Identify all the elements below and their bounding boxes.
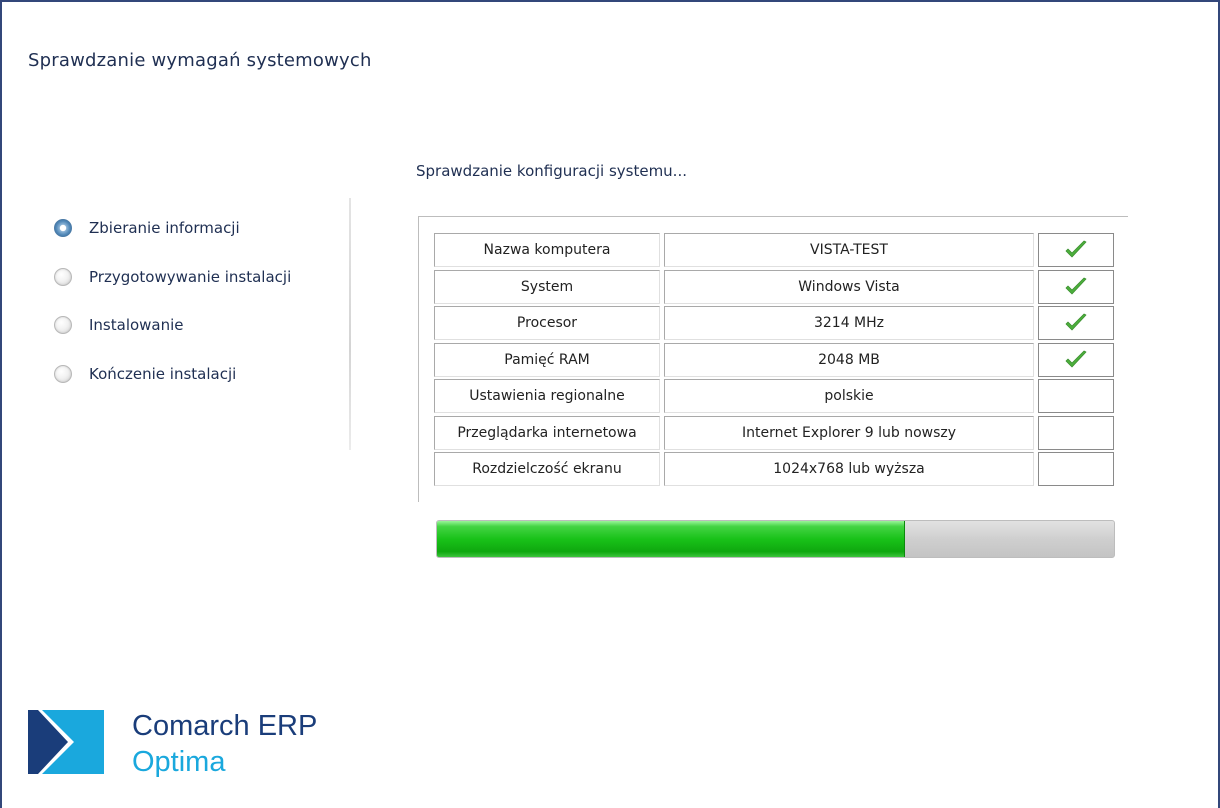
step-label: Przygotowywanie instalacji bbox=[89, 267, 292, 286]
installer-window: Sprawdzanie wymagań systemowych Zbierani… bbox=[0, 0, 1220, 808]
checkmark-icon bbox=[1065, 350, 1087, 367]
step-label: Kończenie instalacji bbox=[89, 364, 237, 383]
step-label: Zbieranie informacji bbox=[89, 219, 240, 238]
requirement-name: Pamięć RAM bbox=[434, 342, 660, 377]
requirement-name: Rozdzielczość ekranu bbox=[434, 452, 660, 486]
step-label: Instalowanie bbox=[89, 316, 184, 335]
comarch-logo: Comarch ERP Optima bbox=[28, 710, 368, 790]
requirements-table: Nazwa komputera VISTA-TEST System Window… bbox=[418, 216, 1128, 502]
step-item-zbieranie: Zbieranie informacji bbox=[54, 204, 354, 253]
requirement-value: 1024x768 lub wyższa bbox=[664, 452, 1034, 486]
progress-bar bbox=[436, 520, 1115, 558]
checkmark-icon bbox=[1065, 240, 1087, 258]
requirement-status bbox=[1038, 452, 1114, 486]
requirement-status bbox=[1038, 415, 1114, 450]
step-item-konczenie: Kończenie instalacji bbox=[54, 350, 354, 399]
requirement-value: 2048 MB bbox=[664, 342, 1034, 377]
requirement-status bbox=[1038, 342, 1114, 377]
requirement-name: System bbox=[434, 269, 660, 304]
step-radio-icon bbox=[54, 267, 72, 286]
requirement-value: Internet Explorer 9 lub nowszy bbox=[664, 415, 1034, 450]
progress-bar-fill bbox=[437, 521, 906, 557]
vertical-divider bbox=[349, 198, 351, 450]
status-text: Sprawdzanie konfiguracji systemu... bbox=[416, 162, 687, 180]
requirement-name: Procesor bbox=[434, 306, 660, 340]
requirement-value: VISTA-TEST bbox=[664, 233, 1034, 267]
requirement-name: Przeglądarka internetowa bbox=[434, 415, 660, 450]
requirement-value: 3214 MHz bbox=[664, 306, 1034, 340]
requirement-status bbox=[1038, 269, 1114, 304]
step-active-radio-icon bbox=[54, 219, 72, 238]
brand-name: Comarch ERP bbox=[132, 710, 318, 742]
product-name: Optima bbox=[132, 746, 226, 778]
checkmark-icon bbox=[1065, 313, 1087, 331]
step-radio-icon bbox=[54, 316, 72, 335]
requirement-status bbox=[1038, 233, 1114, 267]
requirement-value: Windows Vista bbox=[664, 269, 1034, 304]
step-item-przygotowywanie: Przygotowywanie instalacji bbox=[54, 253, 354, 302]
requirement-status bbox=[1038, 379, 1114, 413]
requirement-name: Ustawienia regionalne bbox=[434, 379, 660, 413]
page-title: Sprawdzanie wymagań systemowych bbox=[28, 50, 372, 71]
requirement-name: Nazwa komputera bbox=[434, 233, 660, 267]
steps-list: Zbieranie informacji Przygotowywanie ins… bbox=[54, 204, 354, 398]
step-item-instalowanie: Instalowanie bbox=[54, 301, 354, 350]
checkmark-icon bbox=[1065, 277, 1087, 294]
step-radio-icon bbox=[54, 364, 72, 383]
requirement-status bbox=[1038, 306, 1114, 340]
requirement-value: polskie bbox=[664, 379, 1034, 413]
comarch-logo-icon bbox=[28, 710, 104, 774]
